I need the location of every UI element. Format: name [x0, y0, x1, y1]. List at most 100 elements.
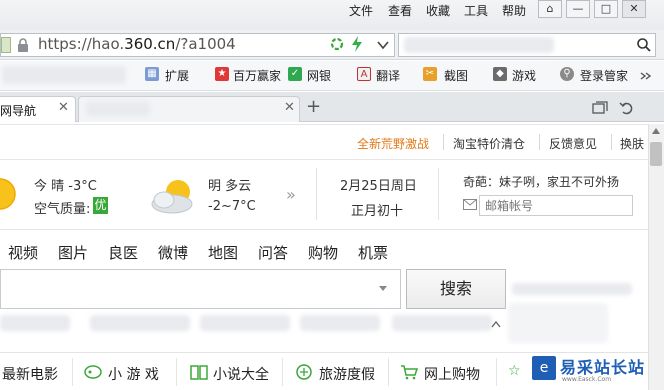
search-button[interactable]: 搜索	[406, 269, 506, 309]
divider	[176, 358, 177, 386]
scroll-thumb[interactable]	[650, 142, 662, 166]
tab-active-label: 网导航	[0, 104, 37, 118]
toolbar-screenshot[interactable]: 截图	[444, 67, 468, 84]
hot-word[interactable]	[90, 315, 190, 331]
divider	[611, 134, 612, 150]
divider	[282, 358, 283, 386]
translate-icon: A	[357, 67, 371, 81]
toolbar-more-icon[interactable]	[640, 71, 652, 81]
menu-help[interactable]: 帮助	[502, 2, 526, 19]
travel-icon	[296, 364, 312, 380]
divider	[496, 358, 497, 386]
tab-list-icon[interactable]	[592, 101, 608, 115]
blurred-toolbar-items	[2, 66, 126, 84]
category-novels[interactable]: 小说大全	[213, 364, 269, 384]
hot-search-text	[512, 283, 632, 295]
scroll-up-icon[interactable]	[651, 127, 661, 135]
minimize-button[interactable]: —	[566, 0, 590, 18]
new-tab-button[interactable]: +	[306, 96, 321, 117]
weather-more-icon[interactable]: »	[286, 185, 296, 204]
category-movies[interactable]: 最新电影	[2, 364, 58, 384]
infobar-link-skin[interactable]: 换肤	[620, 135, 644, 152]
tab-close-icon[interactable]: ✕	[58, 100, 69, 115]
url-path: /?a1004	[175, 35, 236, 53]
gamepad-icon: ◆	[493, 67, 507, 81]
toolbar-extensions[interactable]: 扩展	[165, 67, 189, 84]
divider	[316, 168, 317, 220]
weather-tomorrow-temp: -2~7°C	[208, 199, 256, 214]
menu-favorites[interactable]: 收藏	[426, 2, 450, 19]
speed-mode-icon[interactable]	[351, 36, 363, 52]
book-icon	[190, 365, 208, 380]
hot-word[interactable]	[200, 315, 290, 331]
game-controller-icon	[84, 365, 102, 379]
screenshot-icon: ✂	[423, 67, 437, 81]
url-host: 360.cn	[124, 35, 176, 53]
partly-cloudy-icon	[151, 180, 193, 214]
air-quality-badge[interactable]: 优	[93, 197, 108, 214]
menu-file[interactable]: 文件	[349, 2, 373, 19]
date-text: 2月25日周日	[340, 179, 417, 194]
divider	[388, 358, 389, 386]
nav-qa[interactable]: 问答	[258, 242, 288, 263]
weather-today[interactable]: 今 晴 -3°C	[34, 175, 97, 194]
toolbar-login-manager[interactable]: 登录管家	[580, 67, 628, 84]
nav-weibo[interactable]: 微博	[158, 242, 188, 263]
category-travel[interactable]: 旅游度假	[319, 364, 375, 384]
weather-tomorrow[interactable]: 明 多云	[208, 175, 251, 194]
toolbar-translate[interactable]: 翻译	[376, 67, 400, 84]
tab-inactive-label	[86, 102, 150, 116]
search-engine-text	[404, 37, 554, 53]
chevron-down-icon[interactable]	[377, 40, 389, 50]
shopping-cart-icon	[401, 365, 418, 380]
reload-green-icon[interactable]	[330, 37, 344, 51]
close-window-button[interactable]: ✕	[622, 0, 646, 18]
daily-quote[interactable]: 奇葩：妹子咧，家丑不可外扬	[463, 173, 619, 190]
divider	[72, 358, 73, 386]
star-icon: ☆	[508, 363, 521, 379]
search-dropdown-icon[interactable]	[378, 285, 388, 293]
bank-shield-icon: ✓	[288, 67, 302, 81]
maximize-button[interactable]: □	[594, 0, 618, 18]
category-shopping[interactable]: 网上购物	[424, 364, 480, 384]
mail-icon	[463, 199, 477, 210]
nav-video[interactable]: 视频	[8, 242, 38, 263]
title-menubar	[0, 0, 664, 30]
hot-word[interactable]	[0, 315, 70, 331]
lock-icon	[18, 38, 28, 52]
toolbar-games[interactable]: 游戏	[512, 67, 536, 84]
infobar-link-feedback[interactable]: 反馈意见	[549, 135, 597, 152]
nav-flights[interactable]: 机票	[358, 242, 388, 263]
divider	[539, 134, 540, 150]
air-quality-label: 空气质量:	[34, 202, 91, 217]
divider	[0, 124, 648, 125]
menu-view[interactable]: 查看	[388, 2, 412, 19]
chevron-up-icon[interactable]	[491, 321, 501, 328]
divider	[443, 134, 444, 150]
nav-map[interactable]: 地图	[208, 242, 238, 263]
url-text[interactable]: https://hao.360.cn/?a1004	[38, 35, 236, 53]
undo-close-icon[interactable]	[619, 100, 635, 116]
tab-close-icon[interactable]: ✕	[284, 100, 295, 115]
main-search-input[interactable]	[0, 269, 401, 309]
toolbar-millions-winner[interactable]: 百万赢家	[233, 67, 281, 84]
search-icon[interactable]	[636, 37, 652, 53]
nav-shopping[interactable]: 购物	[308, 242, 338, 263]
extensions-icon: ▦	[145, 67, 159, 81]
infobar-link-game[interactable]: 全新荒野激战	[357, 135, 429, 152]
page-icon	[1, 37, 11, 53]
hot-word[interactable]	[392, 315, 492, 331]
menu-tools[interactable]: 工具	[464, 2, 488, 19]
skin-button[interactable]: ⌂	[538, 0, 562, 18]
nav-doctor[interactable]: 良医	[108, 242, 138, 263]
nav-images[interactable]: 图片	[58, 242, 88, 263]
infobar-link-taobao[interactable]: 淘宝特价清仓	[453, 135, 525, 152]
hot-word[interactable]	[300, 315, 380, 331]
millions-winner-icon: ★	[215, 67, 229, 81]
toolbar-online-bank[interactable]: 网银	[307, 67, 331, 84]
category-mini-games[interactable]: 小 游 戏	[108, 364, 159, 384]
divider	[438, 168, 439, 220]
blurred-promo	[508, 303, 608, 343]
watermark-logo: e 易采站长站 www.Easck.Com	[528, 354, 664, 390]
mail-account-input[interactable]	[479, 195, 633, 216]
